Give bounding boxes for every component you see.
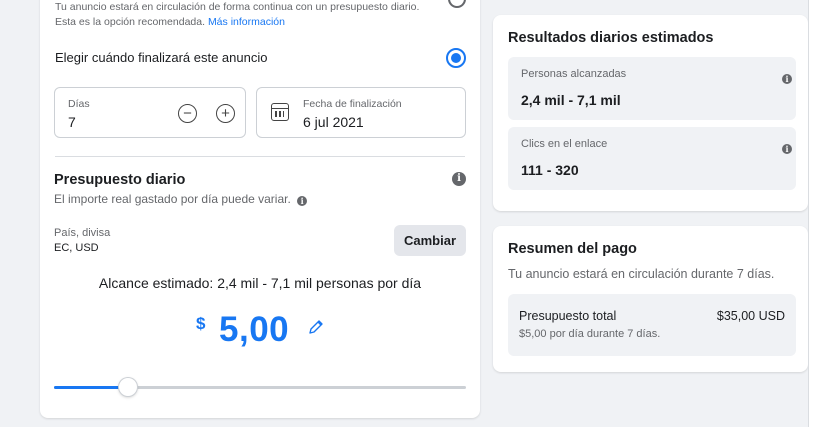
minus-icon[interactable]: − [178,104,197,123]
budget-slider-handle[interactable] [119,378,137,396]
budget-title: Presupuesto diario [54,172,186,188]
continuous-note: Tu anuncio estará en circulación de form… [55,0,455,30]
plus-icon[interactable]: + [216,104,235,123]
schedule-budget-card: Tu anuncio estará en circulación de form… [40,0,480,418]
budget-slider-fill [54,386,129,389]
total-budget-amount: $35,00 USD [716,309,785,323]
pencil-icon[interactable] [308,319,324,335]
budget-subtitle-text: El importe real gastado por día puede va… [54,192,291,206]
people-reached-value: 2,4 mil - 7,1 mil [521,92,621,108]
info-icon[interactable]: i [782,144,792,154]
estimated-results-card: Resultados diarios estimados Personas al… [493,15,808,211]
days-field[interactable]: Días 7 − + [54,87,246,138]
total-budget-detail: $5,00 por día durante 7 días. [519,328,661,340]
section-divider [55,156,465,157]
info-icon[interactable]: i [782,74,792,84]
days-value[interactable]: 7 [68,114,76,130]
info-icon[interactable]: i [297,196,308,206]
calendar-icon[interactable] [271,103,289,121]
link-clicks-box: Clics en el enlace 111 - 320 i [508,127,796,190]
currency-symbol: $ [196,314,206,333]
more-info-link[interactable]: Más información [208,16,285,28]
end-option-label: Elegir cuándo finalizará este anuncio [55,50,268,65]
budget-subtitle: El importe real gastado por día puede va… [54,192,308,206]
end-date-label: Fecha de finalización [303,98,402,110]
country-value: EC, USD [54,242,99,254]
recommended-text: Esta es la opción recomendada. [55,16,206,28]
payment-summary-card: Resumen del pago Tu anuncio estará en ci… [493,226,808,372]
payment-title: Resumen del pago [508,241,637,257]
info-icon[interactable]: i [452,172,466,186]
link-clicks-value: 111 - 320 [521,162,579,178]
country-label: País, divisa [54,227,111,239]
days-label: Días [68,98,90,110]
payment-subtitle: Tu anuncio estará en circulación durante… [508,267,775,281]
end-date-field[interactable]: Fecha de finalización 6 jul 2021 [256,87,466,138]
total-budget-label: Presupuesto total [519,309,617,323]
end-date-value[interactable]: 6 jul 2021 [303,114,364,130]
end-option-radio[interactable] [446,48,466,68]
amount-value[interactable]: 5,00 [219,310,289,350]
continuous-note-text: Tu anuncio estará en circulación de form… [55,1,420,13]
people-reached-label: Personas alcanzadas [521,68,627,80]
total-budget-box: Presupuesto total $35,00 USD $5,00 por d… [508,294,796,356]
results-title: Resultados diarios estimados [508,30,714,46]
recommended-note: Esta es la opción recomendada. Más infor… [55,15,455,30]
link-clicks-label: Clics en el enlace [521,138,608,150]
estimated-reach: Alcance estimado: 2,4 mil - 7,1 mil pers… [98,275,422,291]
page-edge [808,0,820,427]
people-reached-box: Personas alcanzadas 2,4 mil - 7,1 mil i [508,57,796,120]
change-button[interactable]: Cambiar [394,225,466,256]
